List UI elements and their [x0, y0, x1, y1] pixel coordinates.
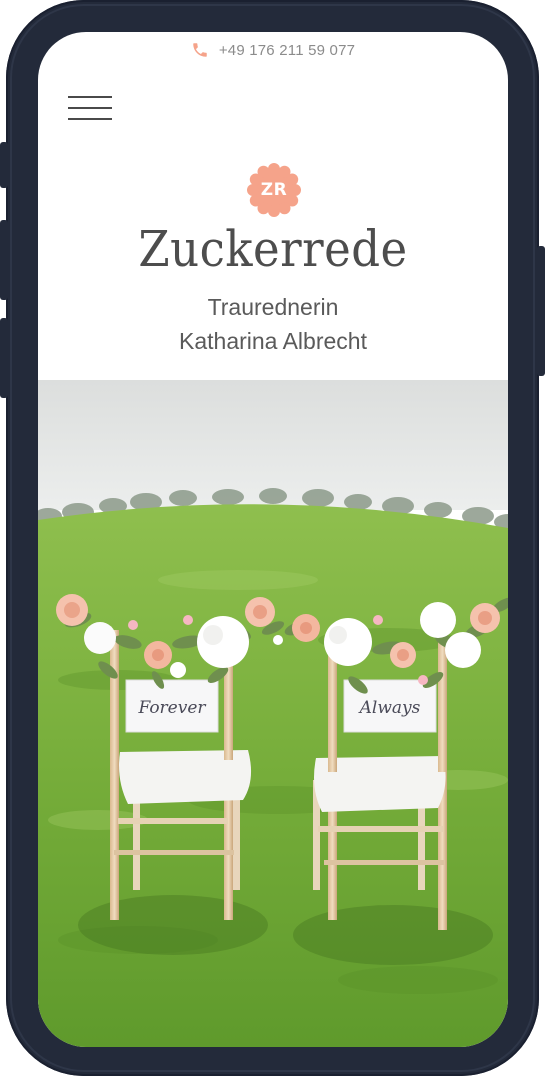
hero-image: Forever Always [38, 380, 508, 1047]
phone-contact-link[interactable]: +49 176 211 59 077 [38, 32, 508, 68]
svg-text:Always: Always [358, 698, 421, 718]
volume-up-button [0, 220, 8, 300]
screen: +49 176 211 59 077 ZR Zuckerrede Traured… [38, 32, 508, 1047]
brand-title[interactable]: Zuckerrede [38, 220, 508, 278]
mute-switch [0, 142, 8, 188]
hamburger-menu-icon[interactable] [68, 96, 112, 122]
subtitle-role: Traurednerin [207, 294, 339, 320]
subtitle-name: Katharina Albrecht [179, 328, 367, 354]
volume-down-button [0, 318, 8, 398]
phone-icon [193, 43, 207, 57]
power-button [537, 246, 545, 376]
wedding-chairs-photo: Forever Always [38, 380, 508, 1047]
phone-number: +49 176 211 59 077 [218, 41, 356, 59]
logo-badge[interactable]: ZR [247, 163, 301, 217]
brand-name: Zuckerrede [138, 220, 408, 278]
svg-text:Forever: Forever [137, 698, 206, 718]
logo-initials: ZR [260, 180, 288, 200]
